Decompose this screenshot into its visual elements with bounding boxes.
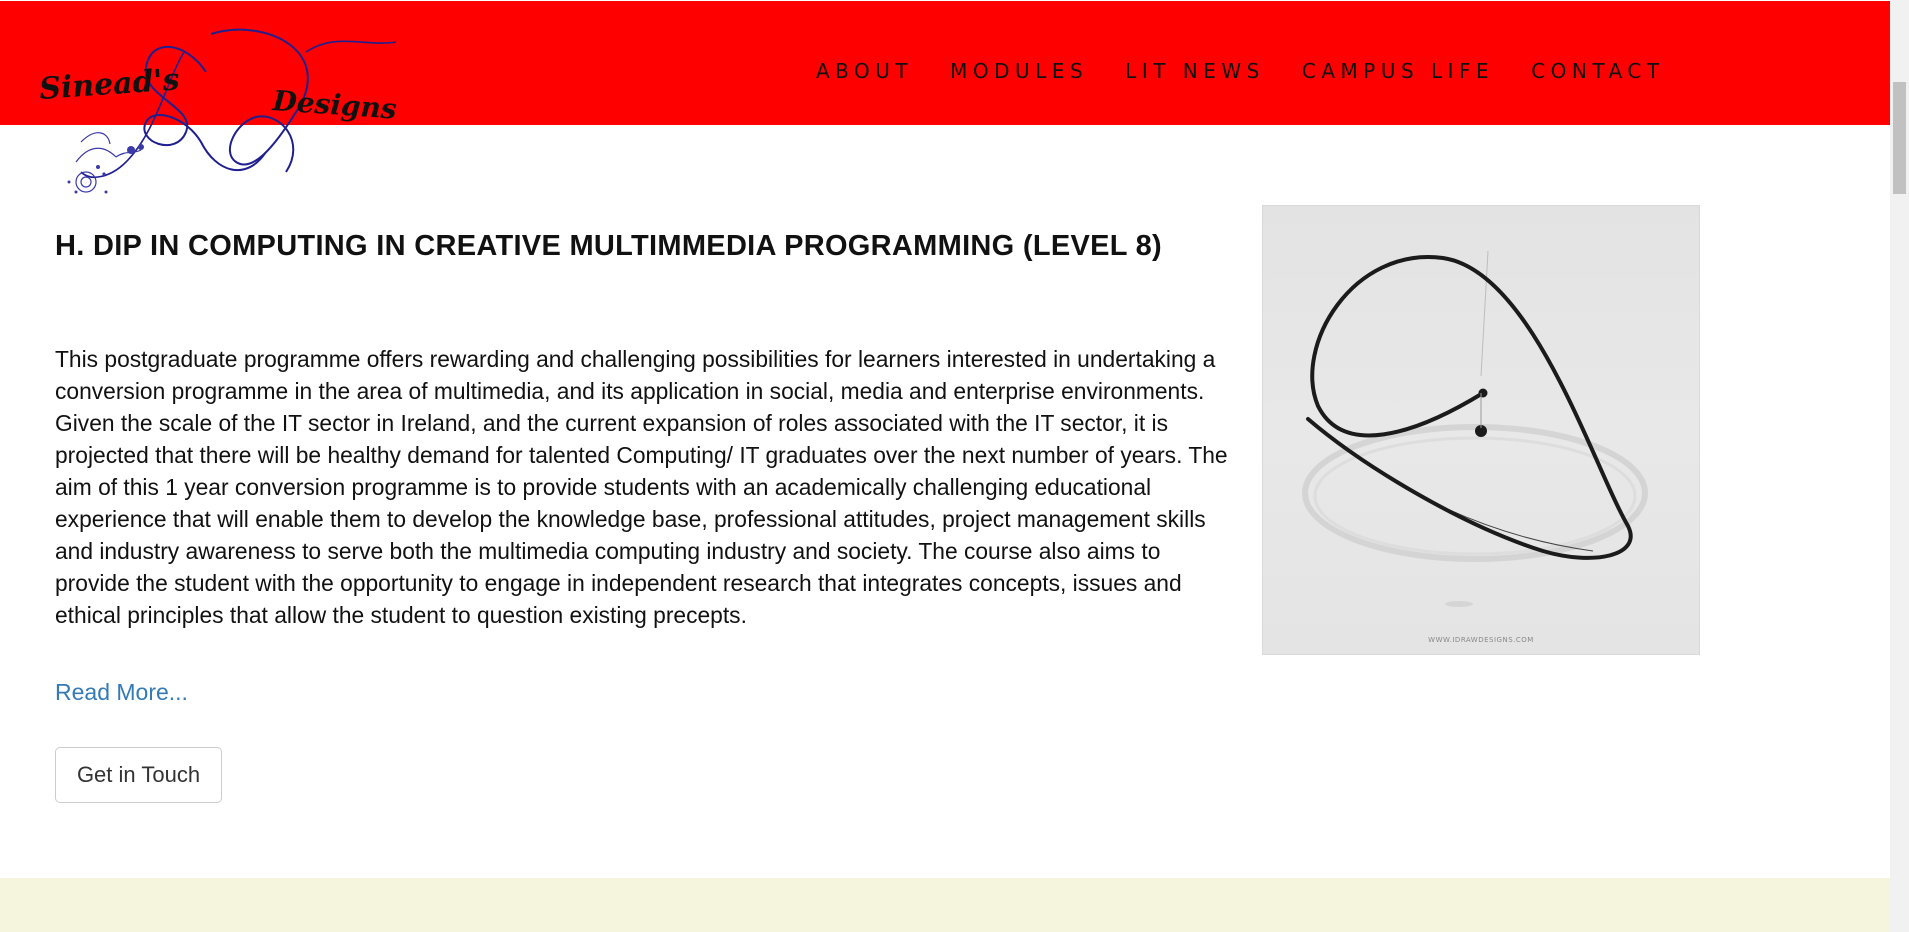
logo-text-right: Designs <box>271 84 398 126</box>
nav-contact[interactable]: CONTACT <box>1531 57 1664 85</box>
logo-graphic: Sinead's Designs <box>38 28 398 194</box>
page-title: H. DIP IN COMPUTING IN CREATIVE MULTIMME… <box>55 230 1163 262</box>
logo-text-left: Sinead's <box>38 62 181 107</box>
intro-paragraph: This postgraduate programme offers rewar… <box>55 346 1228 628</box>
next-section-band <box>0 878 1890 932</box>
page-scrollbar[interactable] <box>1890 0 1909 932</box>
site-logo[interactable]: Sinead's Designs <box>36 22 406 212</box>
abstract-curve-illustration <box>1302 250 1648 607</box>
image-watermark: WWW.IDRAWDESIGNS.COM <box>1428 636 1534 644</box>
nav-modules[interactable]: MODULES <box>950 57 1088 85</box>
get-in-touch-button[interactable]: Get in Touch <box>55 747 222 803</box>
nav-campus-life[interactable]: CAMPUS LIFE <box>1302 57 1494 85</box>
page: ABOUT MODULES LIT NEWS CAMPUS LIFE CONTA… <box>0 0 1909 932</box>
scrollbar-thumb[interactable] <box>1893 82 1906 194</box>
main-content: H. DIP IN COMPUTING IN CREATIVE MULTIMME… <box>55 224 1225 269</box>
course-illustration: WWW.IDRAWDESIGNS.COM <box>1262 205 1700 655</box>
nav-lit-news[interactable]: LIT NEWS <box>1125 57 1265 85</box>
nav-about[interactable]: ABOUT <box>816 57 913 85</box>
read-more-link[interactable]: Read More... <box>55 677 188 707</box>
main-nav: ABOUT MODULES LIT NEWS CAMPUS LIFE CONTA… <box>816 57 1702 85</box>
